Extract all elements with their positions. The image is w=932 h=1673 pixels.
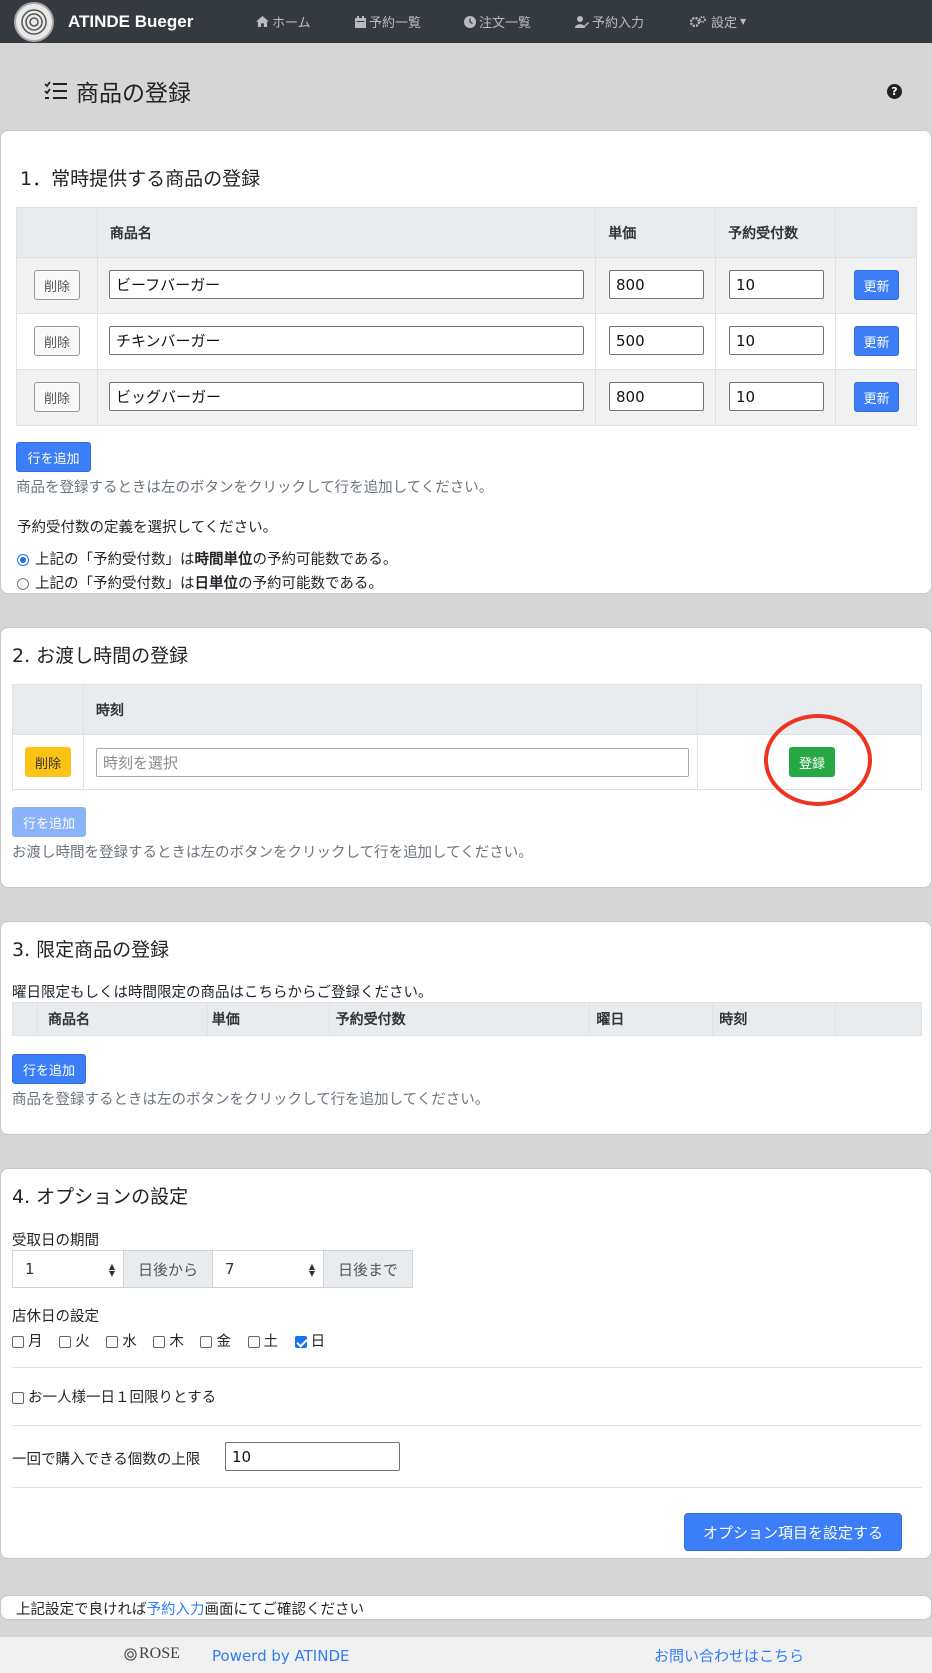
cogs-icon [690,15,706,27]
page-title: 商品の登録 [44,74,191,108]
section-1-title: 1．常時提供する商品の登録 [20,168,261,190]
section-2-title: 2. お渡し時間の登録 [12,645,189,667]
set-options-button[interactable]: オプション項目を設定する [684,1513,902,1551]
product-name-input[interactable]: ビッグバーガー [109,382,584,411]
holiday-sat[interactable]: 土 [247,1334,278,1350]
price-input[interactable]: 800 [609,270,704,299]
select-arrows-icon: ▲ ▼ [308,1262,315,1278]
add-row-hint: 商品を登録するときは左のボタンをクリックして行を追加してください。 [16,480,494,496]
help-icon[interactable]: ? [887,84,902,99]
qty-input[interactable]: 10 [729,270,824,299]
col-header-name: 商品名 [36,1002,208,1036]
radio-daily[interactable] [17,578,29,590]
radio-hourly-option[interactable]: 上記の「予約受付数」は時間単位の予約可能数である。 [17,548,397,569]
col-header-name: 商品名 [96,207,597,258]
col-header-qty: 予約受付数 [328,1002,591,1036]
update-button[interactable]: 更新 [854,270,899,300]
pickup-period-label: 受取日の期間 [12,1233,99,1249]
user-edit-icon [575,15,589,28]
holiday-label: 店休日の設定 [12,1309,99,1325]
footer: ROSE Powerd by ATINDE お問い合わせはこちら [0,1637,932,1673]
delete-button[interactable]: 削除 [34,326,80,356]
holiday-fri[interactable]: 金 [200,1334,231,1350]
section-pickup-times: 2. お渡し時間の登録 時刻 削除 時刻を選択 登録 行を追加 お渡し時間を登録… [0,627,932,888]
from-suffix: 日後から [123,1250,213,1288]
holiday-checkboxes: 月 火 水 木 金 土 日 [12,1330,325,1351]
divider [12,1487,922,1488]
holiday-thu[interactable]: 木 [153,1334,184,1350]
delete-button[interactable]: 削除 [25,747,71,777]
product-name-input[interactable]: チキンバーガー [109,326,584,355]
add-row-button[interactable]: 行を追加 [16,442,91,472]
add-row-hint: お渡し時間を登録するときは左のボタンをクリックして行を追加してください。 [12,845,533,861]
holiday-sun[interactable]: 日 [294,1334,325,1350]
divider [12,1425,922,1426]
navbar: ATINDE Bueger ホーム 予約一覧 注文一覧 予約入力 設定 ▼ [0,0,932,43]
col-header-time: 時刻 [82,684,699,735]
holiday-mon[interactable]: 月 [12,1334,43,1350]
rose-logo-icon[interactable] [14,1,54,42]
section-3-title: 3. 限定商品の登録 [12,939,170,961]
period-from-select[interactable]: 1 ▲ ▼ [12,1250,124,1288]
caret-down-icon: ▼ [740,17,747,26]
add-row-button[interactable]: 行を追加 [12,1054,86,1084]
clock-icon [464,15,476,28]
confirm-note: 上記設定で良ければ予約入力画面にてご確認ください [0,1595,932,1620]
home-icon [256,16,269,27]
update-button[interactable]: 更新 [854,382,899,412]
qty-input[interactable]: 10 [729,326,824,355]
nav-settings-dropdown[interactable]: 設定 ▼ [690,0,746,43]
time-select-input[interactable]: 時刻を選択 [96,748,689,777]
col-header-price: 単価 [206,1002,330,1036]
powered-by-link[interactable]: Powerd by ATINDE [212,1647,349,1665]
qty-input[interactable]: 10 [729,382,824,411]
nav-reservations[interactable]: 予約一覧 [355,0,421,43]
product-name-input[interactable]: ビーフバーガー [109,270,584,299]
add-row-button[interactable]: 行を追加 [12,807,86,837]
tasks-list-icon [44,81,67,99]
limited-products-table: 商品名 単価 予約受付数 曜日 時刻 [12,1002,922,1036]
to-suffix: 日後まで [323,1250,413,1288]
section-regular-products: 1．常時提供する商品の登録 商品名 単価 予約受付数 削除 ビーフバーガー 80… [0,130,932,594]
once-per-day-checkbox[interactable] [12,1392,24,1404]
section-limited-products: 3. 限定商品の登録 曜日限定もしくは時間限定の商品はこちらからご登録ください。… [0,921,932,1135]
holiday-tue[interactable]: 火 [59,1334,90,1350]
col-header-qty: 予約受付数 [715,207,837,258]
highlight-circle-annotation [764,714,872,806]
update-button[interactable]: 更新 [854,326,899,356]
col-header-weekday: 曜日 [589,1002,714,1036]
definition-prompt: 予約受付数の定義を選択してください。 [17,520,278,536]
period-to-select[interactable]: 7 ▲ ▼ [212,1250,324,1288]
holiday-wed[interactable]: 水 [106,1334,137,1350]
purchase-limit-label: 一回で購入できる個数の上限 [12,1452,201,1468]
add-row-hint: 商品を登録するときは左のボタンをクリックして行を追加してください。 [12,1092,490,1108]
price-input[interactable]: 800 [609,382,704,411]
contact-link[interactable]: お問い合わせはこちら [654,1645,804,1666]
nav-home[interactable]: ホーム [256,0,311,43]
price-input[interactable]: 500 [609,326,704,355]
rose-footer-logo: ROSE [124,1645,180,1663]
radio-hourly[interactable] [17,554,29,566]
delete-button[interactable]: 削除 [34,270,80,300]
select-arrows-icon: ▲ ▼ [108,1262,115,1278]
once-per-day-option[interactable]: お一人様一日１回限りとする [12,1386,216,1407]
delete-button[interactable]: 削除 [34,382,80,412]
nav-orders[interactable]: 注文一覧 [464,0,531,43]
divider [12,1367,922,1368]
purchase-limit-input[interactable]: 10 [225,1442,400,1471]
radio-daily-option[interactable]: 上記の「予約受付数」は日単位の予約可能数である。 [17,572,383,593]
brand-name[interactable]: ATINDE Bueger [68,12,193,32]
calendar-icon [355,15,366,28]
reservation-input-link[interactable]: 予約入力 [147,1602,205,1618]
col-header-price: 単価 [595,207,717,258]
section-options: 4. オプションの設定 受取日の期間 1 ▲ ▼ 日後から 7 ▲ ▼ 日後まで 店… [0,1168,932,1559]
limited-products-intro: 曜日限定もしくは時間限定の商品はこちらからご登録ください。 [12,985,433,1001]
rose-icon [124,1647,137,1661]
section-4-title: 4. オプションの設定 [12,1186,189,1208]
nav-reservation-input[interactable]: 予約入力 [575,0,644,43]
col-header-time: 時刻 [712,1002,837,1036]
